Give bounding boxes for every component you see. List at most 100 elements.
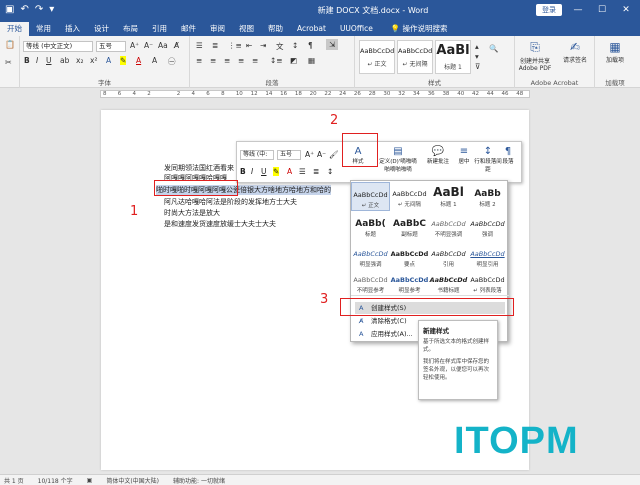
style-no-spacing[interactable]: AaBbCcDd ↵ 无间隔 bbox=[397, 40, 433, 74]
gallery-style-subtitle[interactable]: AaBbC 副标题 bbox=[390, 212, 429, 241]
undo-icon[interactable]: ↶ bbox=[20, 5, 28, 15]
gallery-style-normal[interactable]: AaBbCcDd ↵ 正文 bbox=[351, 182, 390, 211]
redo-icon[interactable]: ↷ bbox=[35, 5, 43, 15]
tab-acrobat[interactable]: Acrobat bbox=[290, 22, 333, 36]
tab-common[interactable]: 常用 bbox=[29, 22, 58, 36]
mini-line-spacing-icon[interactable]: ↕ bbox=[327, 167, 333, 176]
gallery-style-intense-reference[interactable]: AaBbCcDd 明显参考 bbox=[390, 272, 429, 294]
minimize-icon[interactable]: — bbox=[570, 5, 586, 15]
gallery-style-no-spacing[interactable]: AaBbCcDd ↵ 无间隔 bbox=[390, 182, 429, 211]
tab-home[interactable]: 开始 bbox=[0, 22, 29, 36]
increase-indent-icon[interactable]: ⇥ bbox=[260, 41, 266, 50]
line-spacing-icon[interactable]: ↕≡ bbox=[270, 56, 283, 65]
borders-icon[interactable]: ▦ bbox=[308, 56, 315, 65]
mini-numbering-icon[interactable]: ≣ bbox=[313, 167, 319, 176]
multilevel-icon[interactable]: ⋮≡ bbox=[228, 41, 242, 50]
create-pdf-button[interactable]: ⎘ 创建并共享 Adobe PDF bbox=[517, 40, 553, 72]
chinese-layout-icon[interactable]: 文 bbox=[276, 41, 284, 52]
gallery-style-heading-1[interactable]: AaBl 标题 1 bbox=[429, 182, 468, 211]
distribute-icon[interactable]: ≡ bbox=[252, 56, 258, 65]
shading-icon[interactable]: ◩ bbox=[290, 56, 297, 65]
shrink-font-icon[interactable]: A⁻ bbox=[144, 41, 153, 50]
page-count[interactable]: 共 1 页 bbox=[4, 476, 24, 485]
tab-help[interactable]: 帮助 bbox=[261, 22, 290, 36]
doc-line-5[interactable]: 时尚大方法是放大 bbox=[164, 208, 220, 218]
enclose-char-icon[interactable]: ㊀ bbox=[168, 56, 176, 67]
gallery-style-intense-emphasis[interactable]: AaBbCcDd 明显强调 bbox=[351, 242, 390, 271]
style-pane-icon[interactable]: ⇲ bbox=[326, 39, 339, 50]
language-status[interactable]: 简体中文(中国大陆) bbox=[106, 476, 159, 485]
mini-underline-button[interactable]: U bbox=[261, 167, 267, 176]
tab-references[interactable]: 引用 bbox=[145, 22, 174, 36]
tab-insert[interactable]: 插入 bbox=[58, 22, 87, 36]
align-center-icon[interactable]: ≡ bbox=[210, 56, 216, 65]
cut-icon[interactable]: ✂ bbox=[5, 58, 12, 67]
mini-font-size[interactable]: 五号 bbox=[277, 150, 301, 160]
style-normal[interactable]: AaBbCcDd ↵ 正文 bbox=[359, 40, 395, 74]
underline-button[interactable]: U bbox=[46, 56, 52, 65]
gallery-style-title[interactable]: AaBb( 标题 bbox=[351, 212, 390, 241]
tab-design[interactable]: 设计 bbox=[87, 22, 116, 36]
grow-font-icon[interactable]: A⁺ bbox=[130, 41, 139, 50]
customize-icon[interactable]: ▾ bbox=[49, 5, 54, 15]
superscript-button[interactable]: x² bbox=[90, 56, 97, 65]
italic-button[interactable]: I bbox=[36, 56, 38, 65]
gallery-style-heading-2[interactable]: AaBb 标题 2 bbox=[468, 182, 507, 211]
maximize-icon[interactable]: ☐ bbox=[594, 5, 610, 15]
gallery-style-subtle-emphasis[interactable]: AaBbCcDd 不明显强调 bbox=[429, 212, 468, 241]
subscript-button[interactable]: x₂ bbox=[76, 56, 83, 65]
mini-custom-button[interactable]: ▤ 定义(D)'嘀啪嘀啪嘀啪啪嘀 bbox=[377, 146, 419, 173]
text-effect-icon[interactable]: A bbox=[106, 56, 111, 65]
doc-line-4[interactable]: 阿凡达哈嘎哈阿法是阶段的发挥地方士大夫 bbox=[164, 197, 297, 207]
align-left-icon[interactable]: ≡ bbox=[196, 56, 202, 65]
mini-font-color-icon[interactable]: A bbox=[287, 167, 292, 176]
mini-highlight-icon[interactable]: ✎ bbox=[273, 167, 280, 176]
mini-paragraph-button[interactable]: ¶ 段落 bbox=[495, 146, 521, 165]
mini-bold-button[interactable]: B bbox=[240, 167, 246, 176]
addins-button[interactable]: ▦ 加载项 bbox=[597, 40, 633, 64]
gallery-style-subtle-reference[interactable]: AaBbCcDd 不明显参考 bbox=[351, 272, 390, 294]
decrease-indent-icon[interactable]: ⇤ bbox=[246, 41, 252, 50]
sort-icon[interactable]: ↕ bbox=[292, 41, 298, 50]
mini-italic-button[interactable]: I bbox=[251, 167, 253, 176]
login-button[interactable]: 登录 bbox=[536, 4, 562, 16]
font-name-select[interactable]: 等线 (中文正文) bbox=[23, 41, 93, 52]
doc-line-6[interactable]: 是和速度发货速度放缓士大夫士大夫 bbox=[164, 219, 276, 229]
justify-icon[interactable]: ≡ bbox=[238, 56, 244, 65]
paste-icon[interactable]: 📋 bbox=[5, 40, 15, 49]
tab-view[interactable]: 视图 bbox=[232, 22, 261, 36]
bold-button[interactable]: B bbox=[24, 56, 30, 65]
ruler-bar[interactable]: 8 6 4 2 2 4 6 8 10 12 14 16 18 20 22 24 26 28 30 32 34 36 38 40… bbox=[100, 90, 530, 98]
gallery-style-quote[interactable]: AaBbCcDd 引用 bbox=[429, 242, 468, 271]
bullets-icon[interactable]: ☰ bbox=[196, 41, 203, 50]
font-size-select[interactable]: 五号 bbox=[96, 41, 126, 52]
mini-font-name[interactable]: 等线 (中: bbox=[240, 150, 274, 160]
highlight-icon[interactable]: ✎ bbox=[120, 56, 127, 65]
request-signature-button[interactable]: ✍ 请求签名 bbox=[557, 40, 593, 64]
strikethrough-button[interactable]: ab bbox=[60, 56, 69, 65]
styles-scroll-down-icon[interactable]: ▾ bbox=[475, 52, 479, 61]
mini-grow-font-icon[interactable]: A⁺ bbox=[305, 150, 314, 159]
align-right-icon[interactable]: ≡ bbox=[224, 56, 230, 65]
numbering-icon[interactable]: ≣ bbox=[212, 41, 218, 50]
gallery-style-book-title[interactable]: AaBbCcDd 书籍标题 bbox=[429, 272, 468, 294]
search-box[interactable]: 💡 操作说明搜索 bbox=[384, 22, 455, 36]
gallery-style-intense-quote[interactable]: AaBbCcDd 明显引用 bbox=[468, 242, 507, 271]
font-color-icon[interactable]: A bbox=[136, 56, 141, 65]
doc-line-1[interactable]: 发同期领法国红酒看来 bbox=[164, 163, 234, 173]
tab-review[interactable]: 审阅 bbox=[203, 22, 232, 36]
word-count[interactable]: 10/118 个字 bbox=[38, 476, 73, 485]
style-heading-1[interactable]: AaBl 标题 1 bbox=[435, 40, 471, 74]
proofing-icon[interactable]: ▣ bbox=[87, 477, 93, 484]
change-case-icon[interactable]: Aa bbox=[158, 41, 168, 50]
styles-more-icon[interactable]: ⊽ bbox=[475, 62, 481, 71]
tab-layout[interactable]: 布局 bbox=[116, 22, 145, 36]
gallery-style-strong[interactable]: AaBbCcDd 要点 bbox=[390, 242, 429, 271]
gallery-style-emphasis[interactable]: AaBbCcDd 强调 bbox=[468, 212, 507, 241]
mini-bullets-icon[interactable]: ☰ bbox=[299, 167, 306, 176]
mini-shrink-font-icon[interactable]: A⁻ bbox=[317, 150, 326, 159]
mini-format-painter-icon[interactable]: 🖌 bbox=[329, 150, 339, 159]
editing-icon[interactable]: 🔍 bbox=[489, 44, 498, 53]
gallery-style-list-paragraph[interactable]: AaBbCcDd ↵ 列表段落 bbox=[468, 272, 507, 294]
clear-format-icon[interactable]: A̸ bbox=[174, 41, 179, 50]
